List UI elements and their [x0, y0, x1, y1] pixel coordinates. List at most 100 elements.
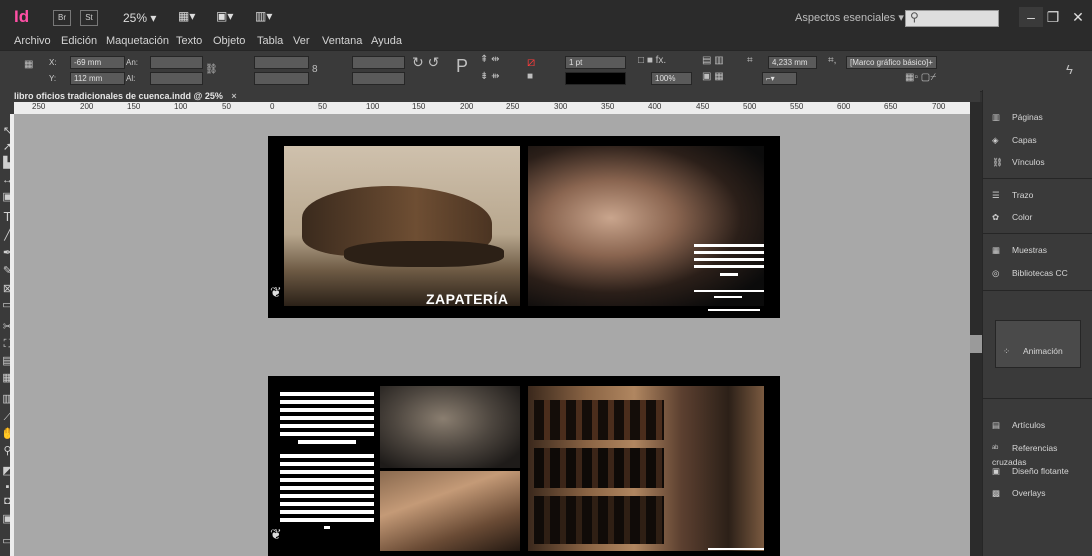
object-style-icon[interactable]: ⌗,	[828, 55, 836, 66]
select-container-icon[interactable]: ⇞ ⇹	[480, 54, 500, 65]
panel-separator	[982, 290, 1092, 291]
quick-apply-icon[interactable]: ϟ	[1066, 62, 1073, 77]
panel-separator	[982, 178, 1092, 179]
text-placeholder	[280, 494, 374, 498]
zoom-select[interactable]: 25% ▾	[123, 11, 156, 25]
panel-diseno-flotante[interactable]: ▣ Diseño flotante	[992, 464, 1069, 478]
panel-animacion[interactable]: ⁘ Animación	[1003, 344, 1063, 358]
panel-articulos[interactable]: ▤ Artículos	[992, 418, 1045, 432]
object-style-select[interactable]: [Marco gráfico básico]+	[846, 56, 937, 69]
drop-shadow-icon[interactable]: □ ■ fx.	[638, 55, 666, 66]
scrollbar-thumb[interactable]	[970, 335, 982, 353]
text-placeholder	[280, 470, 374, 474]
size-field[interactable]: 4,233 mm	[768, 56, 817, 69]
text-placeholder	[298, 440, 356, 444]
panel-paginas[interactable]: ▥ Páginas	[992, 110, 1043, 124]
document-tab-title: libro oficios tradicionales de cuenca.in…	[14, 91, 223, 101]
ruler-label: 0	[270, 102, 275, 111]
menu-edicion[interactable]: Edición	[61, 35, 97, 47]
text-placeholder	[694, 244, 764, 247]
menu-ver[interactable]: Ver	[293, 35, 310, 47]
fill-none-icon[interactable]: ⧄	[527, 54, 535, 70]
menu-bar: Archivo Edición Maquetación Texto Objeto…	[0, 34, 1092, 50]
panel-capas[interactable]: ◈ Capas	[992, 133, 1037, 147]
workshop-photo-2[interactable]	[380, 471, 520, 551]
overlays-icon: ▩	[992, 488, 1001, 498]
shoe-shelves-photo[interactable]	[528, 386, 764, 551]
spread-caption: ZAPATERÍA	[426, 291, 509, 307]
ruler-label: 500	[743, 102, 757, 111]
flip-icon[interactable]: P	[456, 56, 468, 77]
search-input[interactable]: ⚲	[905, 10, 999, 27]
menu-objeto[interactable]: Objeto	[213, 35, 245, 47]
panel-trazo[interactable]: ☰ Trazo	[992, 188, 1033, 202]
ruler-label: 350	[601, 102, 615, 111]
text-placeholder	[694, 251, 764, 254]
menu-ventana[interactable]: Ventana	[322, 35, 362, 47]
view-options-icon[interactable]: ▦▾	[178, 9, 208, 25]
spread-1[interactable]: ZAPATERÍA ❦	[268, 136, 780, 318]
panel-bibliotecas-cc[interactable]: ◎ Bibliotecas CC	[992, 266, 1068, 280]
constrain-proportions-icon[interactable]: ⛓	[205, 64, 218, 75]
ruler-label: 150	[412, 102, 426, 111]
panel-muestras[interactable]: ▦ Muestras	[992, 243, 1047, 257]
scale-y-field[interactable]	[254, 72, 309, 85]
bridge-button[interactable]: Br	[53, 10, 71, 26]
corner-shape-select[interactable]: ⌐▾	[762, 72, 797, 85]
panel-referencias-cruzadas[interactable]: ᵃᵇ Referencias cruzadas	[992, 441, 1092, 467]
y-field[interactable]: 112 mm	[70, 72, 125, 85]
workshop-photo-1[interactable]	[380, 386, 520, 468]
spread-2[interactable]: ❦	[268, 376, 780, 556]
menu-archivo[interactable]: Archivo	[14, 35, 51, 47]
close-button[interactable]: ✕	[1066, 7, 1090, 27]
text-placeholder	[280, 392, 374, 396]
panel-vinculos[interactable]: ⛓ Vínculos	[992, 155, 1045, 169]
menu-ayuda[interactable]: Ayuda	[371, 35, 402, 47]
stroke-weight-field[interactable]: 1 pt	[565, 56, 626, 69]
reference-point-icon[interactable]: ▦	[24, 59, 33, 70]
vertical-scrollbar[interactable]	[970, 102, 982, 556]
cc-libraries-icon: ◎	[992, 268, 1000, 278]
style-options-icon[interactable]: ▦▫ ▢⌿	[905, 72, 936, 83]
menu-maquetacion[interactable]: Maquetación	[106, 35, 169, 47]
text-wrap-icon[interactable]: ▤ ▥	[702, 55, 724, 66]
text-placeholder	[280, 432, 374, 436]
shelf-row	[534, 400, 664, 440]
arrange-documents-icon[interactable]: ▥▾	[255, 9, 285, 25]
close-tab-icon[interactable]: ×	[231, 91, 236, 101]
scale-x-field[interactable]	[254, 56, 309, 69]
panel-overlays[interactable]: ▩ Overlays	[992, 486, 1046, 500]
corner-icon[interactable]: ⌗	[747, 55, 753, 66]
ruler-label: 200	[460, 102, 474, 111]
fitting-icon[interactable]: ▣ ▦	[702, 71, 724, 82]
width-field[interactable]	[150, 56, 203, 69]
pasteboard[interactable]: ZAPATERÍA ❦ ❦	[14, 114, 970, 556]
stock-button[interactable]: St	[80, 10, 98, 26]
workspace-switcher[interactable]: Aspectos esenciales ▾	[795, 11, 904, 24]
constrain-scale-icon[interactable]: 8	[312, 64, 318, 75]
minimize-button[interactable]: –	[1019, 7, 1043, 27]
rotate-icon[interactable]: ↻ ↺	[412, 54, 439, 71]
text-placeholder	[708, 548, 764, 550]
ruler-label: 150	[127, 102, 141, 111]
swatches-icon: ▦	[992, 245, 1001, 255]
panel-color[interactable]: ✿ Color	[992, 210, 1032, 224]
craftsman-portrait-photo[interactable]	[528, 146, 764, 306]
select-content-icon[interactable]: ⇟ ⇻	[480, 71, 500, 82]
rotation-field[interactable]	[352, 56, 405, 69]
text-placeholder	[694, 258, 764, 261]
maximize-button[interactable]: ❐	[1041, 7, 1065, 27]
stroke-swatch-icon[interactable]: ■	[527, 71, 533, 82]
text-placeholder	[280, 424, 374, 428]
opacity-field[interactable]: 100%	[651, 72, 692, 85]
tree-logo-icon: ❦	[270, 526, 282, 542]
menu-tabla[interactable]: Tabla	[257, 35, 283, 47]
shoe-photo[interactable]	[284, 146, 520, 306]
text-placeholder	[714, 296, 742, 298]
stroke-type-select[interactable]	[565, 72, 626, 85]
screen-mode-icon[interactable]: ▣▾	[216, 9, 246, 25]
x-field[interactable]: -69 mm	[70, 56, 125, 69]
shear-field[interactable]	[352, 72, 405, 85]
height-field[interactable]	[150, 72, 203, 85]
menu-texto[interactable]: Texto	[176, 35, 202, 47]
